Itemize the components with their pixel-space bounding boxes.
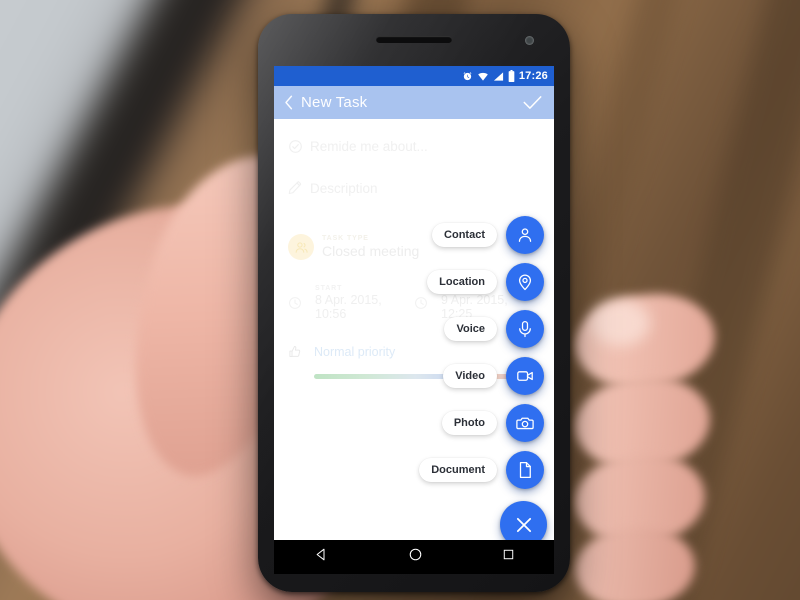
app-bar: New Task (274, 86, 554, 119)
clock-icon (288, 296, 310, 310)
thumb-up-icon (288, 345, 310, 359)
fab-label-contact[interactable]: Contact (432, 223, 497, 247)
microphone-icon (519, 321, 531, 338)
fab-button-photo[interactable] (506, 404, 544, 442)
fab-button-contact[interactable] (506, 216, 544, 254)
check-circle-icon (288, 139, 310, 154)
description-input[interactable]: Description (310, 181, 378, 196)
reminder-input[interactable]: Remide me about... (310, 139, 428, 154)
fab-button-video[interactable] (506, 357, 544, 395)
signal-icon (493, 71, 504, 82)
start-date-label: START (315, 285, 343, 292)
fab-action-row: Video (443, 357, 544, 395)
reminder-field-row[interactable]: Remide me about... (288, 133, 540, 159)
close-fab-button[interactable] (500, 501, 547, 540)
fab-button-location[interactable] (506, 263, 544, 301)
home-button[interactable] (408, 547, 423, 567)
fab-action-row: Document (419, 451, 544, 489)
fab-button-voice[interactable] (506, 310, 544, 348)
video-camera-icon (517, 371, 533, 381)
battery-icon (508, 70, 515, 82)
fab-action-row: Voice (444, 310, 544, 348)
fab-action-row: Location (427, 263, 544, 301)
back-button[interactable] (314, 547, 329, 567)
start-date-block[interactable]: START 8 Apr. 2015, 10:56 (288, 285, 414, 321)
task-type-texts: TASK TYPE Closed meeting (322, 235, 419, 259)
fab-label-video[interactable]: Video (443, 364, 497, 388)
fab-action-row: Contact (432, 216, 544, 254)
wifi-icon (477, 71, 489, 82)
fab-label-photo[interactable]: Photo (441, 411, 497, 435)
fab-button-document[interactable] (506, 451, 544, 489)
recents-button[interactable] (502, 548, 515, 566)
alarm-icon (462, 71, 473, 82)
fab-label-location[interactable]: Location (427, 270, 497, 294)
fab-speed-dial: Contact Location Voice Video Photo Document (419, 216, 547, 540)
task-type-label: TASK TYPE (322, 235, 369, 242)
new-task-form: Remide me about... Description TASK TYPE… (274, 133, 554, 540)
document-icon (519, 462, 531, 478)
page-title: New Task (301, 94, 368, 111)
camera-icon (516, 417, 534, 430)
phone-screen: 17:26 New Task Remide me about... Descri… (274, 66, 554, 540)
status-bar: 17:26 (274, 66, 554, 86)
person-icon (518, 228, 532, 242)
fab-label-voice[interactable]: Voice (444, 317, 497, 341)
status-bar-clock: 17:26 (518, 70, 548, 82)
people-avatar-icon (288, 234, 314, 260)
map-pin-icon (518, 274, 532, 291)
fab-label-document[interactable]: Document (419, 458, 497, 482)
phone-device: 17:26 New Task Remide me about... Descri… (258, 14, 570, 592)
android-nav-bar (274, 540, 554, 574)
edit-icon (288, 180, 310, 196)
task-type-value: Closed meeting (322, 243, 420, 259)
confirm-check-icon[interactable] (521, 93, 544, 112)
start-date-texts: START 8 Apr. 2015, 10:56 (315, 285, 414, 321)
hand-fingertip-highlight (590, 300, 650, 346)
back-arrow-icon[interactable] (284, 95, 293, 110)
front-camera (525, 36, 534, 45)
earpiece-speaker (376, 36, 452, 43)
fab-action-row: Photo (441, 404, 544, 442)
start-date-value: 8 Apr. 2015, 10:56 (315, 293, 382, 321)
description-field-row[interactable]: Description (288, 175, 540, 201)
